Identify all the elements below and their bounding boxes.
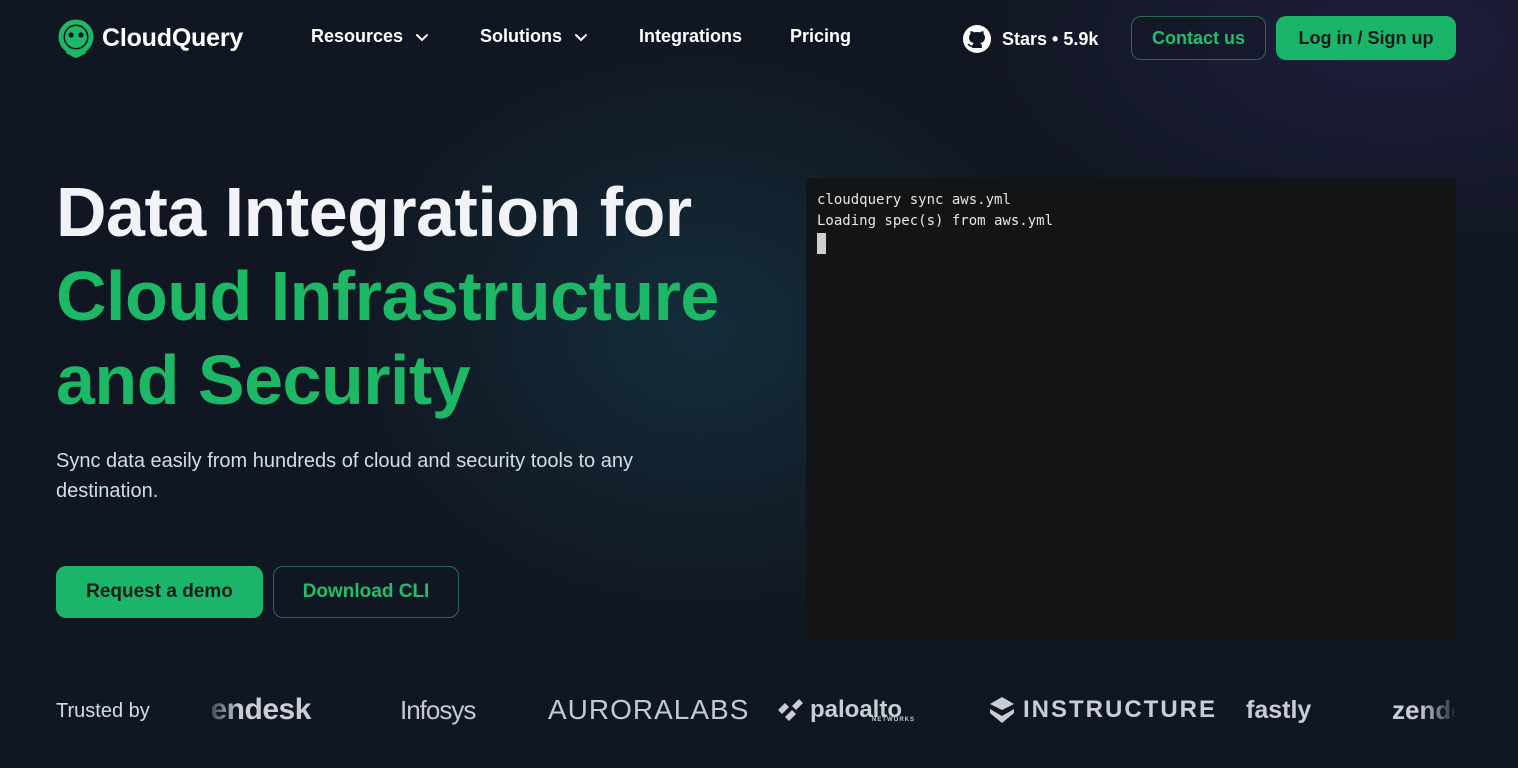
hero-title: Data Integration for Cloud Infrastructur… (56, 170, 719, 422)
trusted-by-label: Trusted by (56, 700, 150, 722)
hero-title-line-3: and Security (56, 341, 471, 419)
terminal-line: Loading spec(s) from aws.yml (817, 213, 1054, 229)
instructure-mark-icon (990, 697, 1014, 723)
fastly-logo: fastly (1246, 690, 1311, 730)
terminal-cursor (817, 233, 826, 254)
terminal-window: cloudquery sync aws.yml Loading spec(s) … (806, 178, 1456, 640)
logo-strip-fade-left (200, 688, 240, 732)
nav-pricing[interactable]: Pricing (790, 26, 851, 47)
brand-logo[interactable]: CloudQuery (56, 17, 243, 59)
nav-integrations-label: Integrations (639, 26, 743, 46)
brand-name: CloudQuery (102, 23, 244, 52)
hero-title-line-2: Cloud Infrastructure (56, 257, 719, 335)
logo-strip-fade-right (1420, 688, 1460, 732)
nav-resources[interactable]: Resources (311, 26, 429, 47)
instructure-logo-text: INSTRUCTURE (1023, 696, 1217, 723)
nav-pricing-label: Pricing (790, 26, 852, 46)
nav-integrations[interactable]: Integrations (639, 26, 742, 47)
site-header: CloudQuery Resources Solutions Integrati… (0, 0, 1518, 76)
infosys-logo: Infosys (400, 690, 476, 730)
auroralabs-logo: AURORALABS (548, 690, 749, 730)
fastly-logo-text: fastly (1246, 695, 1312, 724)
hero-subtitle: Sync data easily from hundreds of cloud … (56, 450, 633, 502)
nav-solutions[interactable]: Solutions (480, 26, 588, 47)
nav-solutions-label: Solutions (480, 26, 562, 46)
contact-us-button[interactable]: Contact us (1131, 16, 1266, 60)
infosys-logo-text: Infosys (400, 694, 476, 725)
paloalto-logo: paloalto NETWORKS (776, 690, 914, 730)
paloalto-logo-subtext: NETWORKS (872, 717, 915, 723)
download-cli-button[interactable]: Download CLI (273, 566, 459, 618)
auroralabs-logo-text: AURORALABS (548, 694, 750, 725)
instructure-logo: INSTRUCTURE (990, 690, 1217, 730)
github-stars-link[interactable]: Stars • 5.9k (962, 24, 1098, 54)
nav-resources-label: Resources (311, 26, 404, 46)
cloudquery-logo-icon (58, 19, 94, 58)
chevron-down-icon (416, 33, 429, 41)
request-demo-button[interactable]: Request a demo (56, 566, 263, 618)
github-icon (963, 25, 991, 53)
paloalto-mark-icon (778, 699, 803, 721)
login-signup-button[interactable]: Log in / Sign up (1276, 16, 1456, 60)
github-stars-count: Stars • 5.9k (1002, 28, 1099, 49)
terminal-line: cloudquery sync aws.yml (817, 192, 1011, 208)
chevron-down-icon (575, 33, 587, 41)
hero-title-line-1: Data Integration for (56, 173, 692, 251)
